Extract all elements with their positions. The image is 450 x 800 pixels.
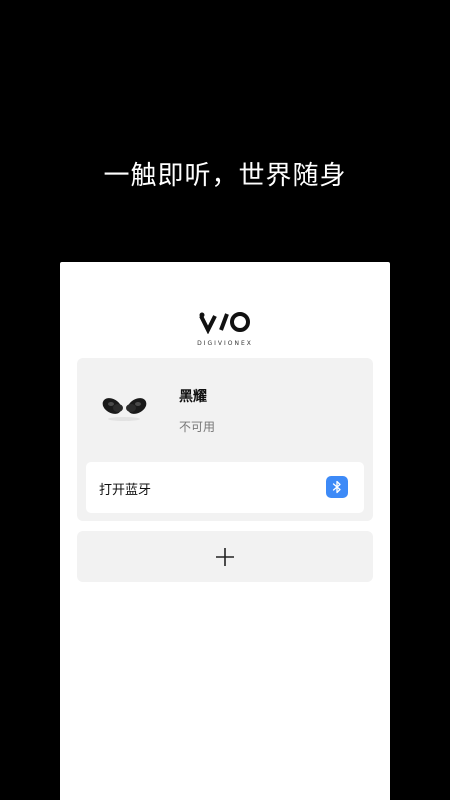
brand-logo: DIGIVIONEX — [60, 310, 390, 347]
device-card: DIGIVIONEX 黑耀 不可用 打开蓝牙 — [60, 262, 390, 800]
slogan: 一触即听，世界随身 — [103, 161, 347, 191]
device-status: 不可用 — [179, 420, 216, 434]
logo-mark — [60, 310, 390, 338]
device-name: 黑耀 — [179, 389, 207, 405]
plus-icon — [216, 547, 234, 566]
add-device-button[interactable] — [77, 531, 373, 582]
logo-subtext: DIGIVIONEX — [197, 340, 253, 347]
device-panel[interactable]: 黑耀 不可用 打开蓝牙 — [77, 358, 373, 521]
bluetooth-row[interactable]: 打开蓝牙 — [86, 462, 364, 513]
earbuds-icon — [97, 386, 153, 426]
app-screen: 一触即听，世界随身 DIGIVIONEX 黑耀 不可用 打开蓝牙 — [0, 0, 450, 800]
bluetooth-button[interactable] — [326, 476, 348, 498]
bluetooth-icon — [332, 480, 341, 494]
bluetooth-label: 打开蓝牙 — [99, 483, 152, 498]
vio-logo-icon — [199, 312, 250, 335]
